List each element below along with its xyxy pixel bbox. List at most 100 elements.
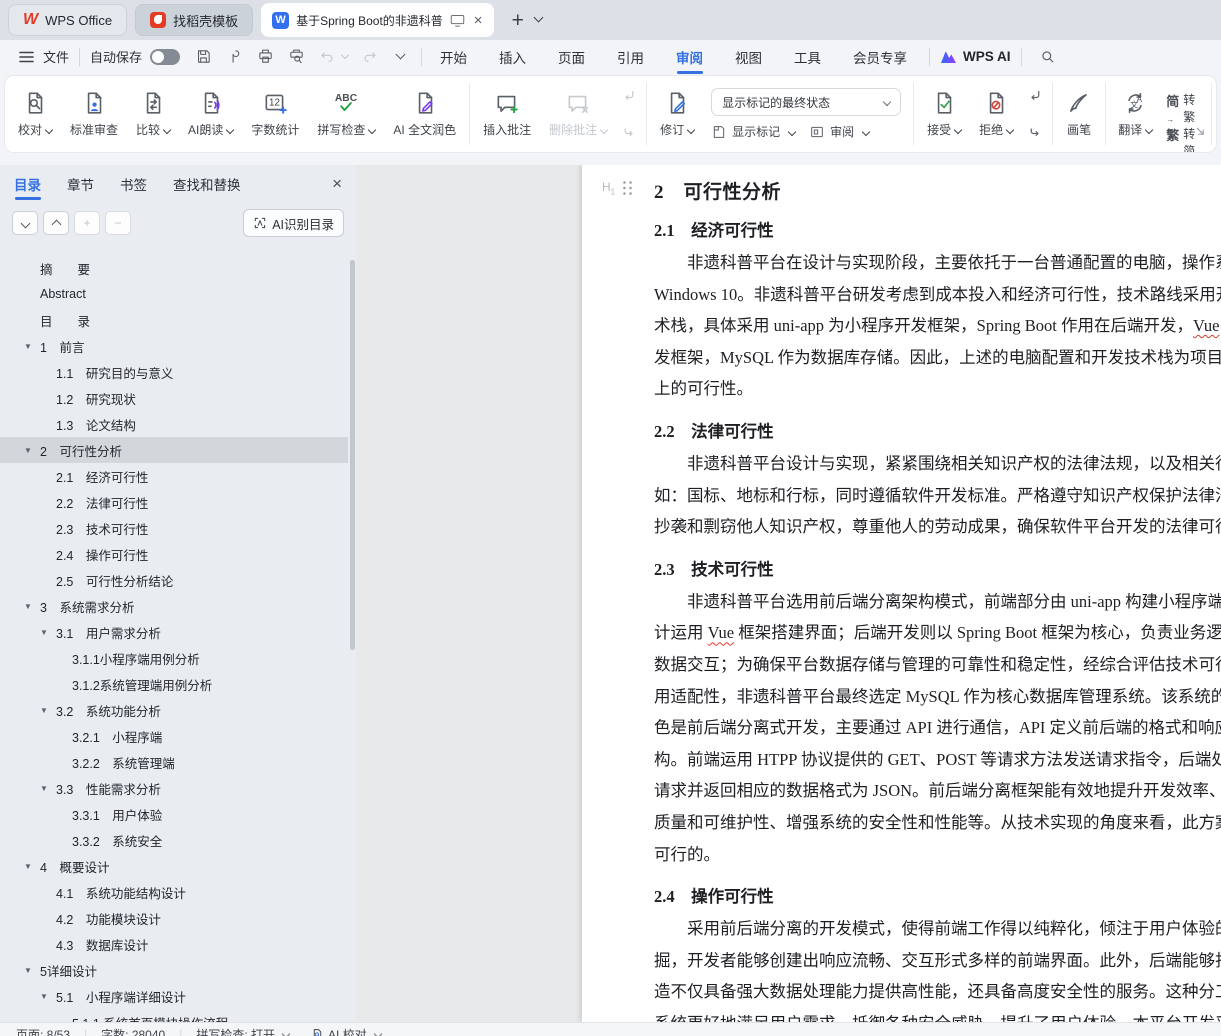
menu-item-0[interactable]: 开始: [440, 41, 467, 73]
markup-state-select[interactable]: 显示标记的最终状态: [711, 88, 902, 116]
expand-arrow-icon[interactable]: ▼: [40, 784, 56, 793]
show-markup-button[interactable]: 显示标记: [711, 123, 797, 140]
expand-arrow-icon[interactable]: ▼: [24, 602, 40, 611]
expand-arrow-icon[interactable]: ▼: [40, 706, 56, 715]
insert-comment-button[interactable]: 插入批注: [474, 90, 540, 138]
toc-item[interactable]: 3.2.2 系统管理端: [0, 749, 348, 775]
toc-expand-button[interactable]: [43, 211, 69, 235]
ink-pen-button[interactable]: 画笔: [1057, 90, 1101, 138]
toc-item[interactable]: ▼ 5详细设计: [0, 957, 348, 983]
accept-button[interactable]: 接受: [918, 90, 970, 138]
page-indicator[interactable]: 页面: 8/53: [16, 1026, 70, 1036]
sidebar-tab-find-replace[interactable]: 查找和替换: [173, 166, 241, 202]
toc-item[interactable]: 1.2 研究现状: [0, 385, 348, 411]
sidebar-tab-contents[interactable]: 目录: [14, 166, 41, 202]
toc-item[interactable]: ▼ 2 可行性分析: [0, 437, 348, 463]
ai-polish-button[interactable]: AI 全文润色: [384, 90, 465, 138]
standard-review-button[interactable]: 标准审查: [61, 90, 127, 138]
proofread-button[interactable]: 校对: [9, 90, 61, 138]
export-icon[interactable]: [226, 48, 243, 65]
expand-arrow-icon[interactable]: ▼: [24, 862, 40, 871]
toolbar-options-chevron-icon[interactable]: [392, 49, 406, 64]
reject-button[interactable]: 拒绝: [970, 90, 1022, 138]
menu-item-4[interactable]: 审阅: [676, 41, 703, 73]
track-changes-button[interactable]: 修订: [651, 90, 703, 138]
toc-item[interactable]: ▼ 3.2 系统功能分析: [0, 697, 348, 723]
toc-item[interactable]: 目 录: [0, 307, 348, 333]
spell-check-status[interactable]: 拼写检查: 打开: [196, 1026, 291, 1036]
drag-handle-icon[interactable]: [622, 180, 633, 196]
ai-recognize-toc-button[interactable]: AI识别目录: [243, 209, 344, 237]
expand-arrow-icon[interactable]: ▼: [40, 628, 56, 637]
toc-item[interactable]: ▼ 3 系统需求分析: [0, 593, 348, 619]
expand-arrow-icon[interactable]: ▼: [24, 342, 40, 351]
expand-arrow-icon[interactable]: ▼: [40, 992, 56, 1001]
tab-document[interactable]: W 基于Spring Boot的非遗科普 ×: [261, 3, 494, 37]
main-menu-icon[interactable]: [19, 51, 34, 63]
toc-item[interactable]: 3.2.1 小程序端: [0, 723, 348, 749]
traditional-to-simplified-button[interactable]: 繁→ 转简: [1166, 125, 1195, 152]
ai-proofread-status[interactable]: AI 校对: [311, 1026, 382, 1036]
sidebar-scrollbar[interactable]: [350, 260, 355, 650]
toc-item[interactable]: 5.1.1 系统首页模块操作流程: [0, 1009, 348, 1023]
expand-arrow-icon[interactable]: ▼: [24, 966, 40, 975]
tab-docer[interactable]: 找稻壳模板: [135, 4, 254, 36]
menu-item-7[interactable]: 会员专享: [853, 41, 907, 73]
menu-item-3[interactable]: 引用: [617, 41, 644, 73]
toc-item[interactable]: 3.1.2系统管理端用例分析: [0, 671, 348, 697]
share-screen-icon[interactable]: [450, 14, 465, 27]
toc-item[interactable]: ▼ 3.3 性能需求分析: [0, 775, 348, 801]
toc-item[interactable]: 摘 要: [0, 255, 348, 281]
toc-item[interactable]: 2.1 经济可行性: [0, 463, 348, 489]
spell-check-button[interactable]: ABC 拼写检查: [308, 90, 384, 138]
expand-arrow-icon[interactable]: ▼: [24, 446, 40, 455]
print-icon[interactable]: [257, 48, 274, 65]
new-tab-button[interactable]: +: [512, 10, 524, 31]
toc-item[interactable]: 4.1 系统功能结构设计: [0, 879, 348, 905]
tab-wps-office[interactable]: W WPS Office: [8, 4, 128, 36]
tab-list-chevron-icon[interactable]: [530, 11, 544, 29]
toc-item[interactable]: ▼ 1 前言: [0, 333, 348, 359]
translate-button[interactable]: 文A 翻译: [1118, 90, 1154, 138]
close-sidebar-icon[interactable]: ×: [332, 174, 342, 194]
file-menu[interactable]: 文件: [43, 47, 69, 66]
toc-item[interactable]: 3.1.1小程序端用例分析: [0, 645, 348, 671]
compare-button[interactable]: 比较: [127, 90, 179, 138]
sidebar-tab-bookmarks[interactable]: 书签: [120, 166, 147, 202]
toc-item[interactable]: 3.3.1 用户体验: [0, 801, 348, 827]
toc-item[interactable]: 1.1 研究目的与意义: [0, 359, 348, 385]
dialog-launcher-icon[interactable]: [1196, 127, 1205, 136]
print-preview-icon[interactable]: [288, 48, 305, 65]
save-icon[interactable]: [195, 48, 212, 65]
toc-item[interactable]: 2.4 操作可行性: [0, 541, 348, 567]
menu-item-1[interactable]: 插入: [499, 41, 526, 73]
document-page[interactable]: H1 2 可行性分析 2.1 经济可行性 非遗科普平台在设计与实现阶段，主要依托于一台…: [582, 165, 1221, 1022]
toc-collapse-button[interactable]: [12, 211, 38, 235]
close-tab-icon[interactable]: ×: [474, 13, 483, 28]
restrict-editing-button[interactable]: 限制编辑: [1216, 90, 1217, 138]
simplified-to-traditional-button[interactable]: 简→ 转繁: [1166, 91, 1195, 125]
next-change-icon[interactable]: [1026, 123, 1044, 141]
wps-ai-button[interactable]: WPS AI: [940, 49, 1011, 64]
toc-item[interactable]: ▼ 3.1 用户需求分析: [0, 619, 348, 645]
toc-item[interactable]: 2.5 可行性分析结论: [0, 567, 348, 593]
review-pane-button[interactable]: 审阅: [809, 123, 871, 140]
sidebar-tab-chapters[interactable]: 章节: [67, 166, 94, 202]
toc-item[interactable]: 4.3 数据库设计: [0, 931, 348, 957]
toc-item[interactable]: ▼ 4 概要设计: [0, 853, 348, 879]
toc-item[interactable]: 1.3 论文结构: [0, 411, 348, 437]
search-icon[interactable]: [1039, 48, 1056, 65]
word-count-indicator[interactable]: 字数: 28040: [101, 1026, 165, 1036]
toc-item[interactable]: 2.2 法律可行性: [0, 489, 348, 515]
toc-item[interactable]: ▼ 5.1 小程序端详细设计: [0, 983, 348, 1009]
toc-item[interactable]: 3.3.2 系统安全: [0, 827, 348, 853]
menu-item-2[interactable]: 页面: [558, 41, 585, 73]
ai-read-aloud-button[interactable]: AI朗读: [179, 90, 242, 138]
word-count-button[interactable]: 12 字数统计: [242, 90, 308, 138]
menu-item-5[interactable]: 视图: [735, 41, 762, 73]
toc-item[interactable]: Abstract: [0, 281, 348, 307]
menu-item-6[interactable]: 工具: [794, 41, 821, 73]
toc-item[interactable]: 4.2 功能模块设计: [0, 905, 348, 931]
previous-change-icon[interactable]: [1026, 87, 1044, 105]
toc-item[interactable]: 2.3 技术可行性: [0, 515, 348, 541]
